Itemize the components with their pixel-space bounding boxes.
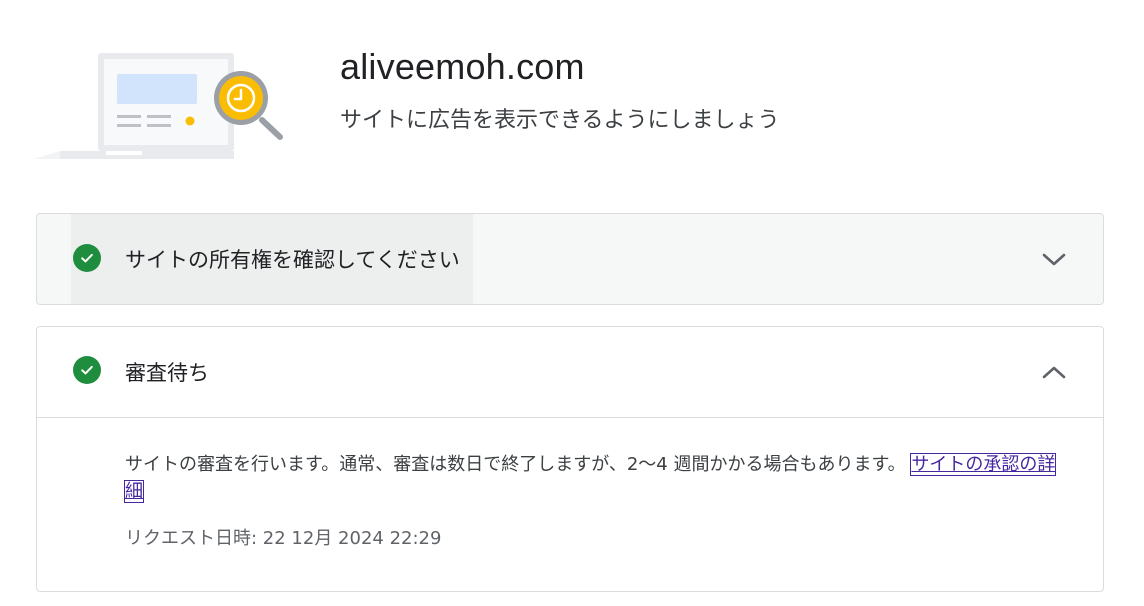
step-title: 審査待ち: [125, 361, 209, 385]
step-pending-review-panel: 審査待ち サイトの審査を行います。通常、審査は数日で終了しますが、2～4 週間か…: [36, 326, 1104, 592]
step-verify-ownership-panel[interactable]: サイトの所有権を確認してください: [36, 213, 1104, 305]
chevron-up-icon[interactable]: [1039, 357, 1069, 387]
request-timestamp: リクエスト日時: 22 12月 2024 22:29: [125, 528, 442, 549]
step-title: サイトの所有権を確認してください: [125, 248, 460, 272]
check-circle-icon: [73, 356, 101, 384]
site-review-illustration: [34, 53, 283, 159]
chevron-down-icon[interactable]: [1039, 244, 1069, 274]
panel-divider: [37, 417, 1103, 418]
site-domain-title: aliveemoh.com: [340, 46, 585, 87]
site-header: aliveemoh.com サイトに広告を表示できるようにしましょう: [0, 0, 1144, 190]
review-description: サイトの審査を行います。通常、審査は数日で終了しますが、2～4 週間かかる場合も…: [123, 451, 1065, 505]
check-circle-icon: [73, 244, 101, 272]
site-subtitle: サイトに広告を表示できるようにしましょう: [340, 108, 780, 133]
review-description-text: サイトの審査を行います。通常、審査は数日で終了しますが、2～4 週間かかる場合も…: [125, 454, 906, 475]
